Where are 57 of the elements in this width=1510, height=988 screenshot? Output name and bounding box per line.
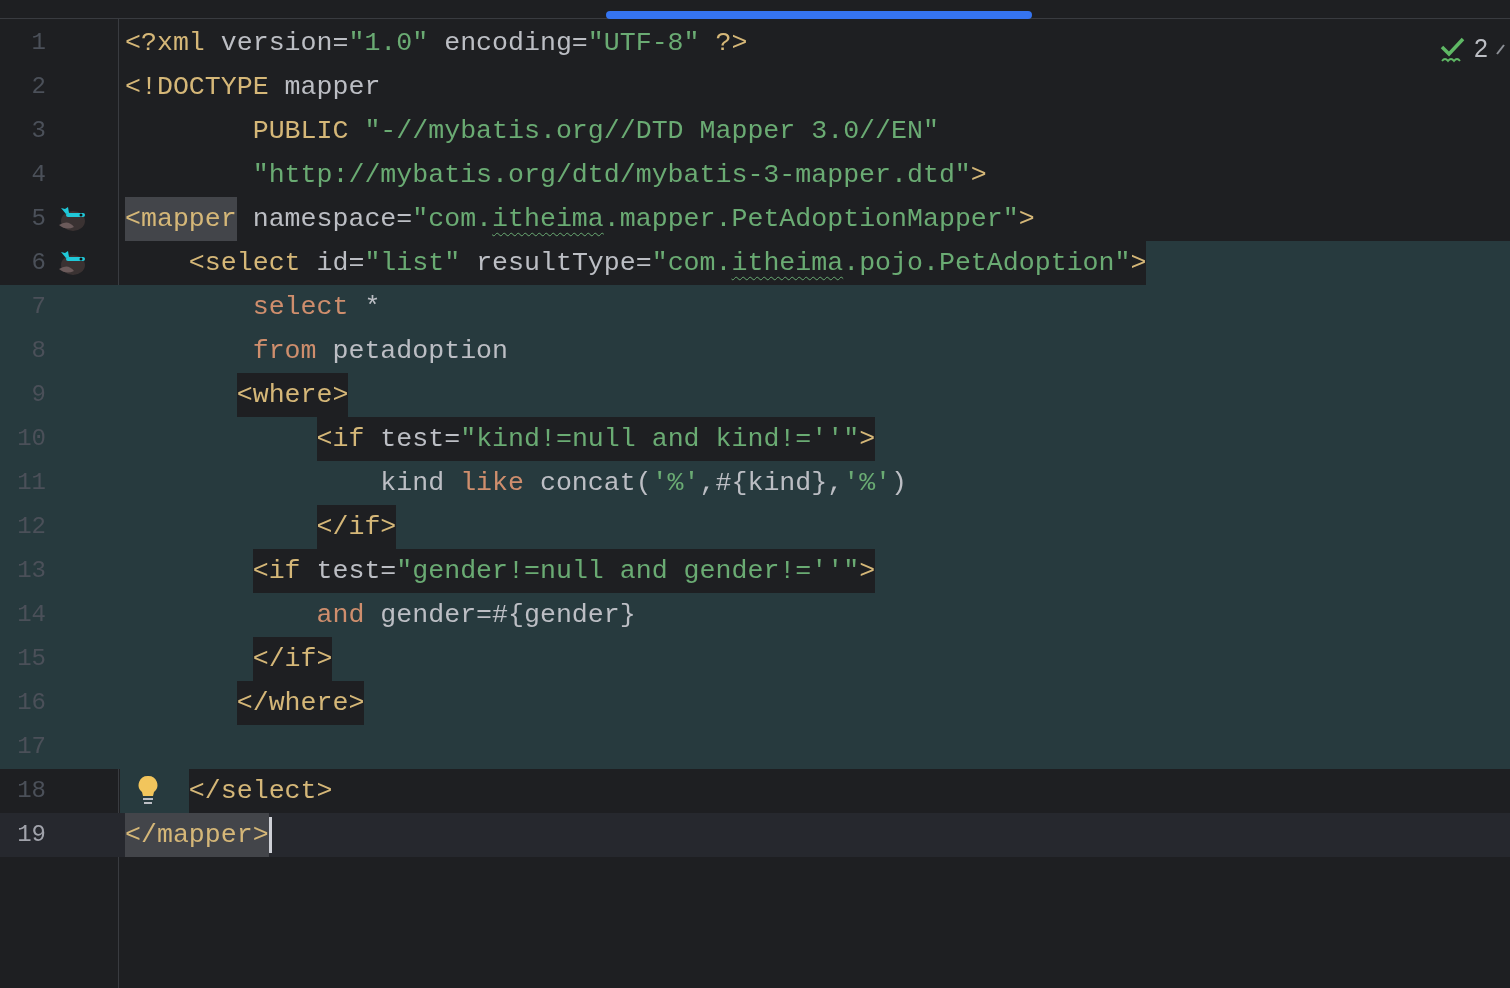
xml-tag: <if <box>316 417 365 461</box>
inspection-count[interactable]: 2 <box>1474 30 1488 68</box>
string-literal: .mapper.PetAdoptionMapper" <box>603 203 1019 236</box>
xml-tag: </if> <box>252 637 333 681</box>
string-literal: "UTF-8" <box>587 27 700 60</box>
xml-tag: > <box>859 417 876 461</box>
sql-keyword: like <box>459 467 524 500</box>
lightbulb-icon[interactable] <box>137 775 159 805</box>
code-text: ) <box>891 467 908 500</box>
attribute-name: id= <box>315 247 365 280</box>
string-literal: "list" <box>364 247 461 280</box>
code-text: petadoption <box>331 335 509 368</box>
sql-keyword: select <box>252 291 349 324</box>
string-literal: "com. <box>651 247 732 280</box>
attribute-name: test= <box>300 549 397 593</box>
string-literal: "1.0" <box>348 27 429 60</box>
code-text: gender=#{gender} <box>379 599 636 632</box>
string-literal: '%' <box>843 467 892 500</box>
sql-keyword: and <box>316 599 365 632</box>
string-literal: "-//mybatis.org//DTD Mapper 3.0//EN" <box>363 115 939 148</box>
string-literal: .pojo.PetAdoption" <box>843 247 1131 280</box>
attribute-name: test= <box>364 417 461 461</box>
sql-keyword: from <box>252 335 317 368</box>
attribute-name: version= <box>219 27 349 60</box>
attribute-name: resultType= <box>475 247 652 280</box>
xml-tag: <select <box>188 241 301 285</box>
code-text: concat( <box>538 467 652 500</box>
xml-tag: > <box>1018 197 1035 241</box>
xml-tag: <?xml <box>125 21 205 65</box>
string-literal: "http://mybatis.org/dtd/mybatis-3-mapper.dtd" <box>252 159 971 192</box>
xml-tag: ?> <box>699 21 748 65</box>
xml-tag: PUBLIC <box>252 109 349 153</box>
xml-tag: </mapper> <box>125 813 269 857</box>
scroll-thumb[interactable] <box>606 11 1032 19</box>
xml-tag: </select> <box>188 769 333 813</box>
xml-tag: <where> <box>236 373 349 417</box>
xml-tag: > <box>1130 241 1147 285</box>
string-literal: "gender!=null and gender!=''" <box>396 549 860 593</box>
xml-tag: <mapper <box>125 197 237 241</box>
xml-tag: > <box>859 549 876 593</box>
string-literal: '%' <box>651 467 700 500</box>
xml-tag: </where> <box>236 681 365 725</box>
string-literal: itheima <box>731 247 844 280</box>
attribute-name: namespace= <box>251 203 413 236</box>
code-text: kind <box>380 467 445 500</box>
xml-tag: </if> <box>316 505 397 549</box>
string-literal: "com. <box>412 203 493 236</box>
string-literal: "kind!=null and kind!=''" <box>460 417 860 461</box>
line-number: 19 <box>16 820 46 850</box>
attribute-name: encoding= <box>443 27 588 60</box>
xml-tag: > <box>970 153 987 197</box>
code-text: ,#{kind}, <box>699 467 844 500</box>
xml-tag: <if <box>252 549 301 593</box>
xml-tag: <!DOCTYPE <box>125 65 269 109</box>
code-text: * <box>363 291 381 324</box>
code-text: mapper <box>283 71 381 104</box>
string-literal: itheima <box>492 203 604 236</box>
